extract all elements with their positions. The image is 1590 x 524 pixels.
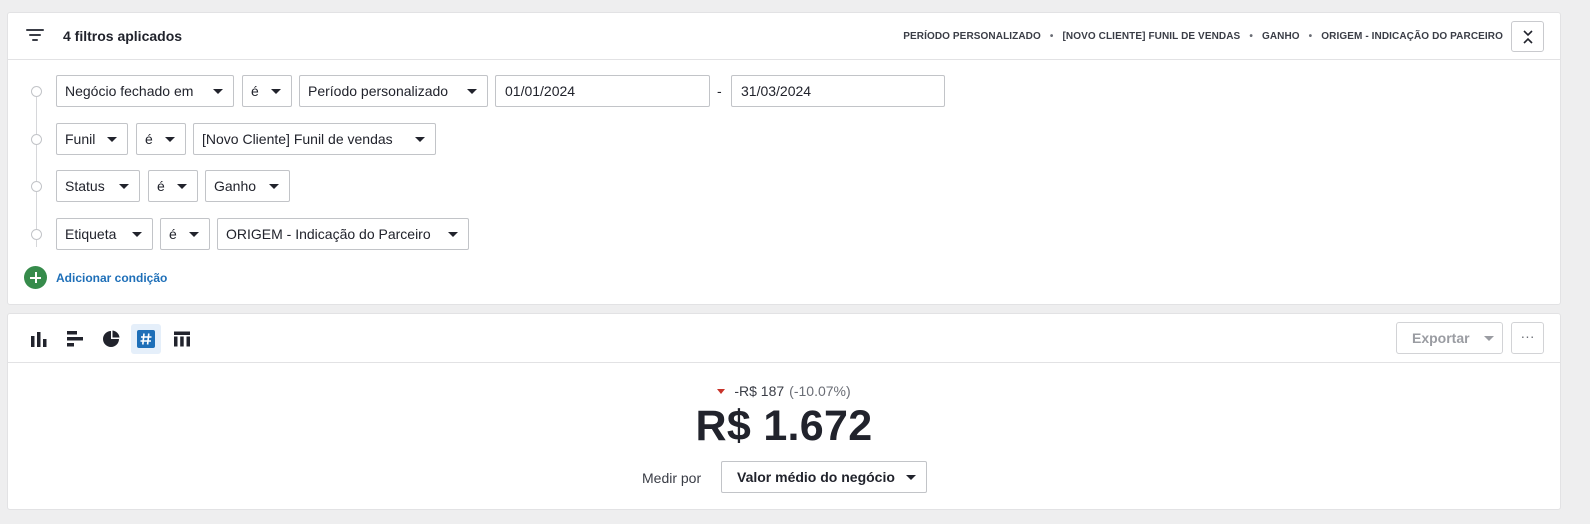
main-metric-value: R$ 1.672: [695, 402, 873, 450]
operator-label: é: [157, 178, 165, 194]
operator-dropdown[interactable]: é: [242, 75, 292, 107]
chip-separator: •: [1249, 31, 1253, 42]
caret-down-icon: [467, 88, 477, 94]
add-condition-button[interactable]: Adicionar condição: [24, 266, 167, 289]
condition-node: [31, 229, 42, 240]
pie-chart-icon: [103, 330, 120, 347]
arrow-down-icon: [717, 388, 726, 394]
plus-circle-icon: [24, 266, 47, 289]
operator-label: é: [251, 83, 259, 99]
caret-down-icon: [448, 231, 458, 237]
field-dropdown-funnel[interactable]: Funil: [56, 123, 128, 155]
condition-tree-line: [36, 91, 37, 247]
filters-count-title: 4 filtros aplicados: [63, 28, 183, 44]
condition-node: [31, 86, 42, 97]
applied-filter-summary: PERÍODO PERSONALIZADO • [NOVO CLIENTE] F…: [903, 31, 1503, 42]
scorecard-number-icon: [137, 330, 155, 348]
caret-down-icon: [177, 183, 187, 189]
viz-table-button[interactable]: [167, 324, 197, 354]
caret-down-icon: [906, 474, 916, 480]
field-label: Status: [65, 178, 105, 194]
chip-separator: •: [1308, 31, 1313, 42]
caret-down-icon: [271, 88, 281, 94]
viz-pie-button[interactable]: [96, 324, 126, 354]
value-label: ORIGEM - Indicação do Parceiro: [226, 226, 431, 242]
date-from-input[interactable]: 01/01/2024: [495, 75, 710, 107]
filters-panel: 4 filtros aplicados PERÍODO PERSONALIZAD…: [7, 12, 1561, 305]
report-toolbar: Exportar ···: [8, 314, 1560, 363]
filter-lines-icon[interactable]: [26, 28, 44, 42]
period-dropdown[interactable]: Período personalizado: [299, 75, 488, 107]
field-label: Negócio fechado em: [65, 83, 194, 99]
filter-chip: ORIGEM - INDICAÇÃO DO PARCEIRO: [1321, 31, 1503, 42]
operator-dropdown[interactable]: é: [148, 170, 198, 202]
add-condition-label: Adicionar condição: [56, 270, 168, 285]
measure-by-label: Medir por: [642, 470, 702, 486]
filter-chip: PERÍODO PERSONALIZADO: [903, 31, 1041, 42]
chip-separator: •: [1049, 31, 1054, 42]
caret-down-icon: [269, 183, 279, 189]
field-label: Funil: [65, 131, 96, 147]
export-button[interactable]: Exportar: [1396, 322, 1503, 354]
caret-down-icon: [132, 231, 142, 237]
operator-dropdown[interactable]: é: [136, 123, 186, 155]
field-label: Etiqueta: [65, 226, 117, 242]
filters-header: 4 filtros aplicados PERÍODO PERSONALIZAD…: [8, 13, 1560, 60]
operator-dropdown[interactable]: é: [160, 218, 210, 250]
field-dropdown-tag[interactable]: Etiqueta: [56, 218, 153, 250]
vertical-bar-chart-icon: [31, 332, 47, 347]
caret-down-icon: [1483, 335, 1494, 341]
report-panel: Exportar ··· -R$ 187 (-10.07%) R$ 1.672 …: [7, 313, 1561, 510]
collapse-icon: [1523, 30, 1533, 44]
export-label: Exportar: [1412, 330, 1470, 346]
viz-horizontal-bar-button[interactable]: [60, 324, 90, 354]
measure-by-dropdown[interactable]: Valor médio do negócio: [721, 461, 927, 493]
date-to-input[interactable]: 31/03/2024: [731, 75, 945, 107]
value-label: [Novo Cliente] Funil de vendas: [202, 131, 393, 147]
collapse-filters-button[interactable]: [1511, 21, 1544, 52]
caret-down-icon: [415, 136, 425, 142]
funnel-value-dropdown[interactable]: [Novo Cliente] Funil de vendas: [193, 123, 436, 155]
filter-chip: GANHO: [1261, 31, 1300, 42]
operator-label: é: [145, 131, 153, 147]
viz-vertical-bar-button[interactable]: [24, 324, 54, 354]
caret-down-icon: [165, 136, 175, 142]
more-options-button[interactable]: ···: [1511, 322, 1544, 354]
delta-indicator: -R$ 187 (-10.07%): [8, 383, 1560, 399]
condition-node: [31, 181, 42, 192]
caret-down-icon: [107, 136, 117, 142]
value-label: Período personalizado: [308, 83, 449, 99]
value-label: Ganho: [214, 178, 257, 194]
viz-scorecard-button[interactable]: [131, 324, 161, 354]
table-icon: [174, 331, 190, 347]
tag-value-dropdown[interactable]: ORIGEM - Indicação do Parceiro: [217, 218, 469, 250]
caret-down-icon: [119, 183, 129, 189]
horizontal-bar-chart-icon: [67, 331, 83, 347]
delta-percent: (-10.07%): [789, 383, 851, 399]
condition-node: [31, 134, 42, 145]
field-dropdown-status[interactable]: Status: [56, 170, 140, 202]
operator-label: é: [169, 226, 177, 242]
caret-down-icon: [189, 231, 199, 237]
delta-value: -R$ 187: [734, 383, 785, 399]
measure-value-label: Valor médio do negócio: [737, 469, 895, 485]
status-value-dropdown[interactable]: Ganho: [205, 170, 290, 202]
caret-down-icon: [213, 88, 223, 94]
filter-chip: [NOVO CLIENTE] FUNIL DE VENDAS: [1062, 31, 1241, 42]
field-dropdown-closed-date[interactable]: Negócio fechado em: [56, 75, 234, 107]
date-range-separator: -: [717, 83, 722, 99]
